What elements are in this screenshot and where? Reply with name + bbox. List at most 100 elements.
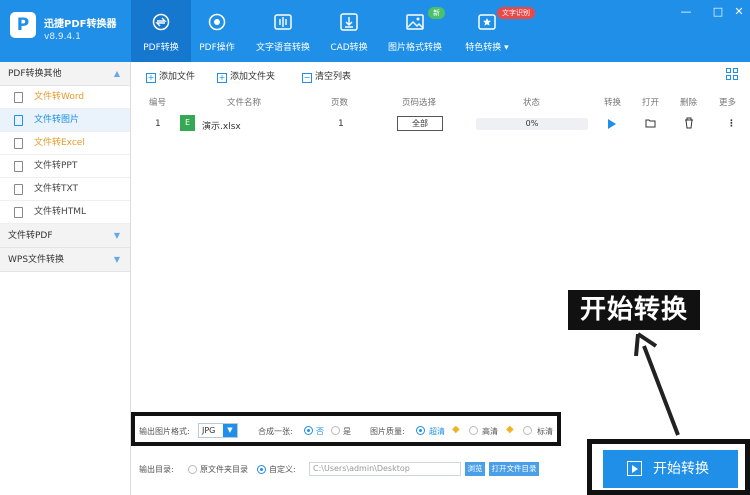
merge-yes-radio[interactable] <box>331 426 340 435</box>
nav-pdf-operate[interactable]: PDF操作 <box>191 0 243 62</box>
convert-icon <box>152 13 170 31</box>
file-icon <box>14 92 23 103</box>
merge-yes-label: 是 <box>343 427 351 436</box>
group-label: WPS文件转换 <box>8 255 65 265</box>
quality-label: 图片质量: <box>370 427 405 436</box>
sidebar-item-txt[interactable]: 文件转TXT <box>0 178 130 201</box>
file-icon <box>14 138 23 149</box>
col-header-convert: 转换 <box>604 98 622 108</box>
voice-icon <box>274 14 292 30</box>
trash-icon[interactable] <box>684 117 694 129</box>
col-header-more: 更多 <box>719 98 737 108</box>
add-folder-label: 添加文件夹 <box>230 72 276 82</box>
nav-label: CAD转换 <box>330 43 368 53</box>
item-label: 文件转TXT <box>34 184 79 194</box>
merge-no-label: 否 <box>316 427 324 436</box>
col-header-delete: 删除 <box>680 98 698 108</box>
nav-label: PDF操作 <box>199 43 235 53</box>
file-icon <box>14 161 23 172</box>
file-name: 演示.xlsx <box>202 122 241 132</box>
image-icon <box>406 14 424 30</box>
dropdown-arrow-icon: ▼ <box>223 424 237 437</box>
quality-standard-label: 标清 <box>537 427 553 436</box>
chevron-up-icon: ▲ <box>113 69 120 78</box>
output-path-input[interactable]: C:\Users\admin\Desktop <box>309 462 461 476</box>
app-version: v8.9.4.1 <box>44 32 81 42</box>
quality-ultra-radio[interactable] <box>416 426 425 435</box>
sidebar-item-image[interactable]: 文件转图片 <box>0 109 130 132</box>
group-label: 文件转PDF <box>8 231 53 241</box>
grid-view-icon[interactable] <box>726 68 738 80</box>
star-icon <box>478 14 496 30</box>
add-file-button[interactable]: + 添加文件 <box>146 69 195 83</box>
merge-label: 合成一张: <box>258 427 293 436</box>
item-label: 文件转PPT <box>34 161 78 171</box>
sidebar-group-wps[interactable]: WPS文件转换 ▼ <box>0 248 130 272</box>
app-logo: P <box>10 12 36 38</box>
progress-text: 0% <box>525 119 539 128</box>
nav-label: 图片格式转换 <box>387 43 442 53</box>
custom-dir-label: 自定义: <box>269 465 296 474</box>
start-convert-button[interactable]: 开始转换 <box>603 450 738 488</box>
browse-button[interactable]: 浏览 <box>465 462 485 476</box>
play-icon[interactable] <box>608 119 616 129</box>
page-count: 1 <box>338 119 344 129</box>
toolbar: + 添加文件 + 添加文件夹 − 清空列表 <box>132 62 750 88</box>
sidebar-item-excel[interactable]: 文件转Excel <box>0 132 130 155</box>
sidebar-item-html[interactable]: 文件转HTML <box>0 201 130 224</box>
col-header-status: 状态 <box>523 98 541 108</box>
excel-file-icon: E <box>180 115 195 131</box>
original-dir-radio[interactable] <box>188 465 197 474</box>
clear-list-button[interactable]: − 清空列表 <box>302 69 351 83</box>
quality-standard-radio[interactable] <box>523 426 532 435</box>
play-icon <box>627 461 642 476</box>
quality-ultra-label: 超清 <box>429 427 445 436</box>
nav-label: 特色转换 ▾ <box>465 43 509 53</box>
row-number: 1 <box>155 119 161 129</box>
restore-icon[interactable]: □ <box>712 6 724 18</box>
open-dir-button[interactable]: 打开文件目录 <box>489 462 539 476</box>
sidebar-group-pdf-other[interactable]: PDF转换其他 ▲ <box>0 62 130 86</box>
nav-pdf-convert[interactable]: PDF转换 <box>131 0 191 62</box>
col-header-name: 文件名称 <box>227 98 262 108</box>
sidebar-item-ppt[interactable]: 文件转PPT <box>0 155 130 178</box>
nav-cad[interactable]: CAD转换 <box>325 0 373 62</box>
close-icon[interactable]: ✕ <box>733 6 745 18</box>
open-folder-icon[interactable] <box>645 118 656 128</box>
quality-high-radio[interactable] <box>469 426 478 435</box>
clear-label: 清空列表 <box>315 72 352 82</box>
item-label: 文件转Excel <box>34 138 85 148</box>
nav-text-voice[interactable]: 文字语音转换 <box>252 0 314 62</box>
format-label: 输出图片格式: <box>139 427 190 436</box>
merge-no-radio[interactable] <box>304 426 313 435</box>
page-select-button[interactable]: 全部 <box>397 116 443 131</box>
operate-icon <box>208 13 226 31</box>
item-label: 文件转图片 <box>34 115 80 125</box>
nav-label: PDF转换 <box>143 43 179 53</box>
more-icon[interactable]: ⋮ <box>727 119 736 129</box>
chevron-down-icon: ▼ <box>113 231 120 240</box>
ocr-badge: 文字识别 <box>497 7 535 19</box>
custom-dir-radio[interactable] <box>257 465 266 474</box>
image-file-icon <box>14 115 23 126</box>
start-label: 开始转换 <box>653 461 709 477</box>
output-dir-label: 输出目录: <box>139 465 174 474</box>
item-label: 文件转Word <box>34 92 85 102</box>
top-header: P 迅捷PDF转换器 v8.9.4.1 PDF转换 PDF操作 文字语音转换 C… <box>0 0 750 62</box>
format-value: JPG <box>202 426 216 435</box>
sidebar-item-word[interactable]: 文件转Word <box>0 86 130 109</box>
plus-icon: + <box>146 73 156 83</box>
add-folder-button[interactable]: + 添加文件夹 <box>217 69 275 83</box>
sidebar-group-to-pdf[interactable]: 文件转PDF ▼ <box>0 224 130 248</box>
callout-label: 开始转换 <box>568 290 700 330</box>
new-badge: 新 <box>428 7 445 19</box>
app-window: P 迅捷PDF转换器 v8.9.4.1 PDF转换 PDF操作 文字语音转换 C… <box>0 0 750 495</box>
minimize-icon[interactable]: — <box>680 6 692 18</box>
item-label: 文件转HTML <box>34 207 87 217</box>
col-header-no: 编号 <box>149 98 167 108</box>
col-header-pages: 页数 <box>331 98 349 108</box>
file-icon <box>14 207 23 218</box>
cad-icon <box>340 13 358 31</box>
original-dir-label: 原文件夹目录 <box>200 465 248 474</box>
format-select[interactable]: JPG ▼ <box>198 423 238 438</box>
